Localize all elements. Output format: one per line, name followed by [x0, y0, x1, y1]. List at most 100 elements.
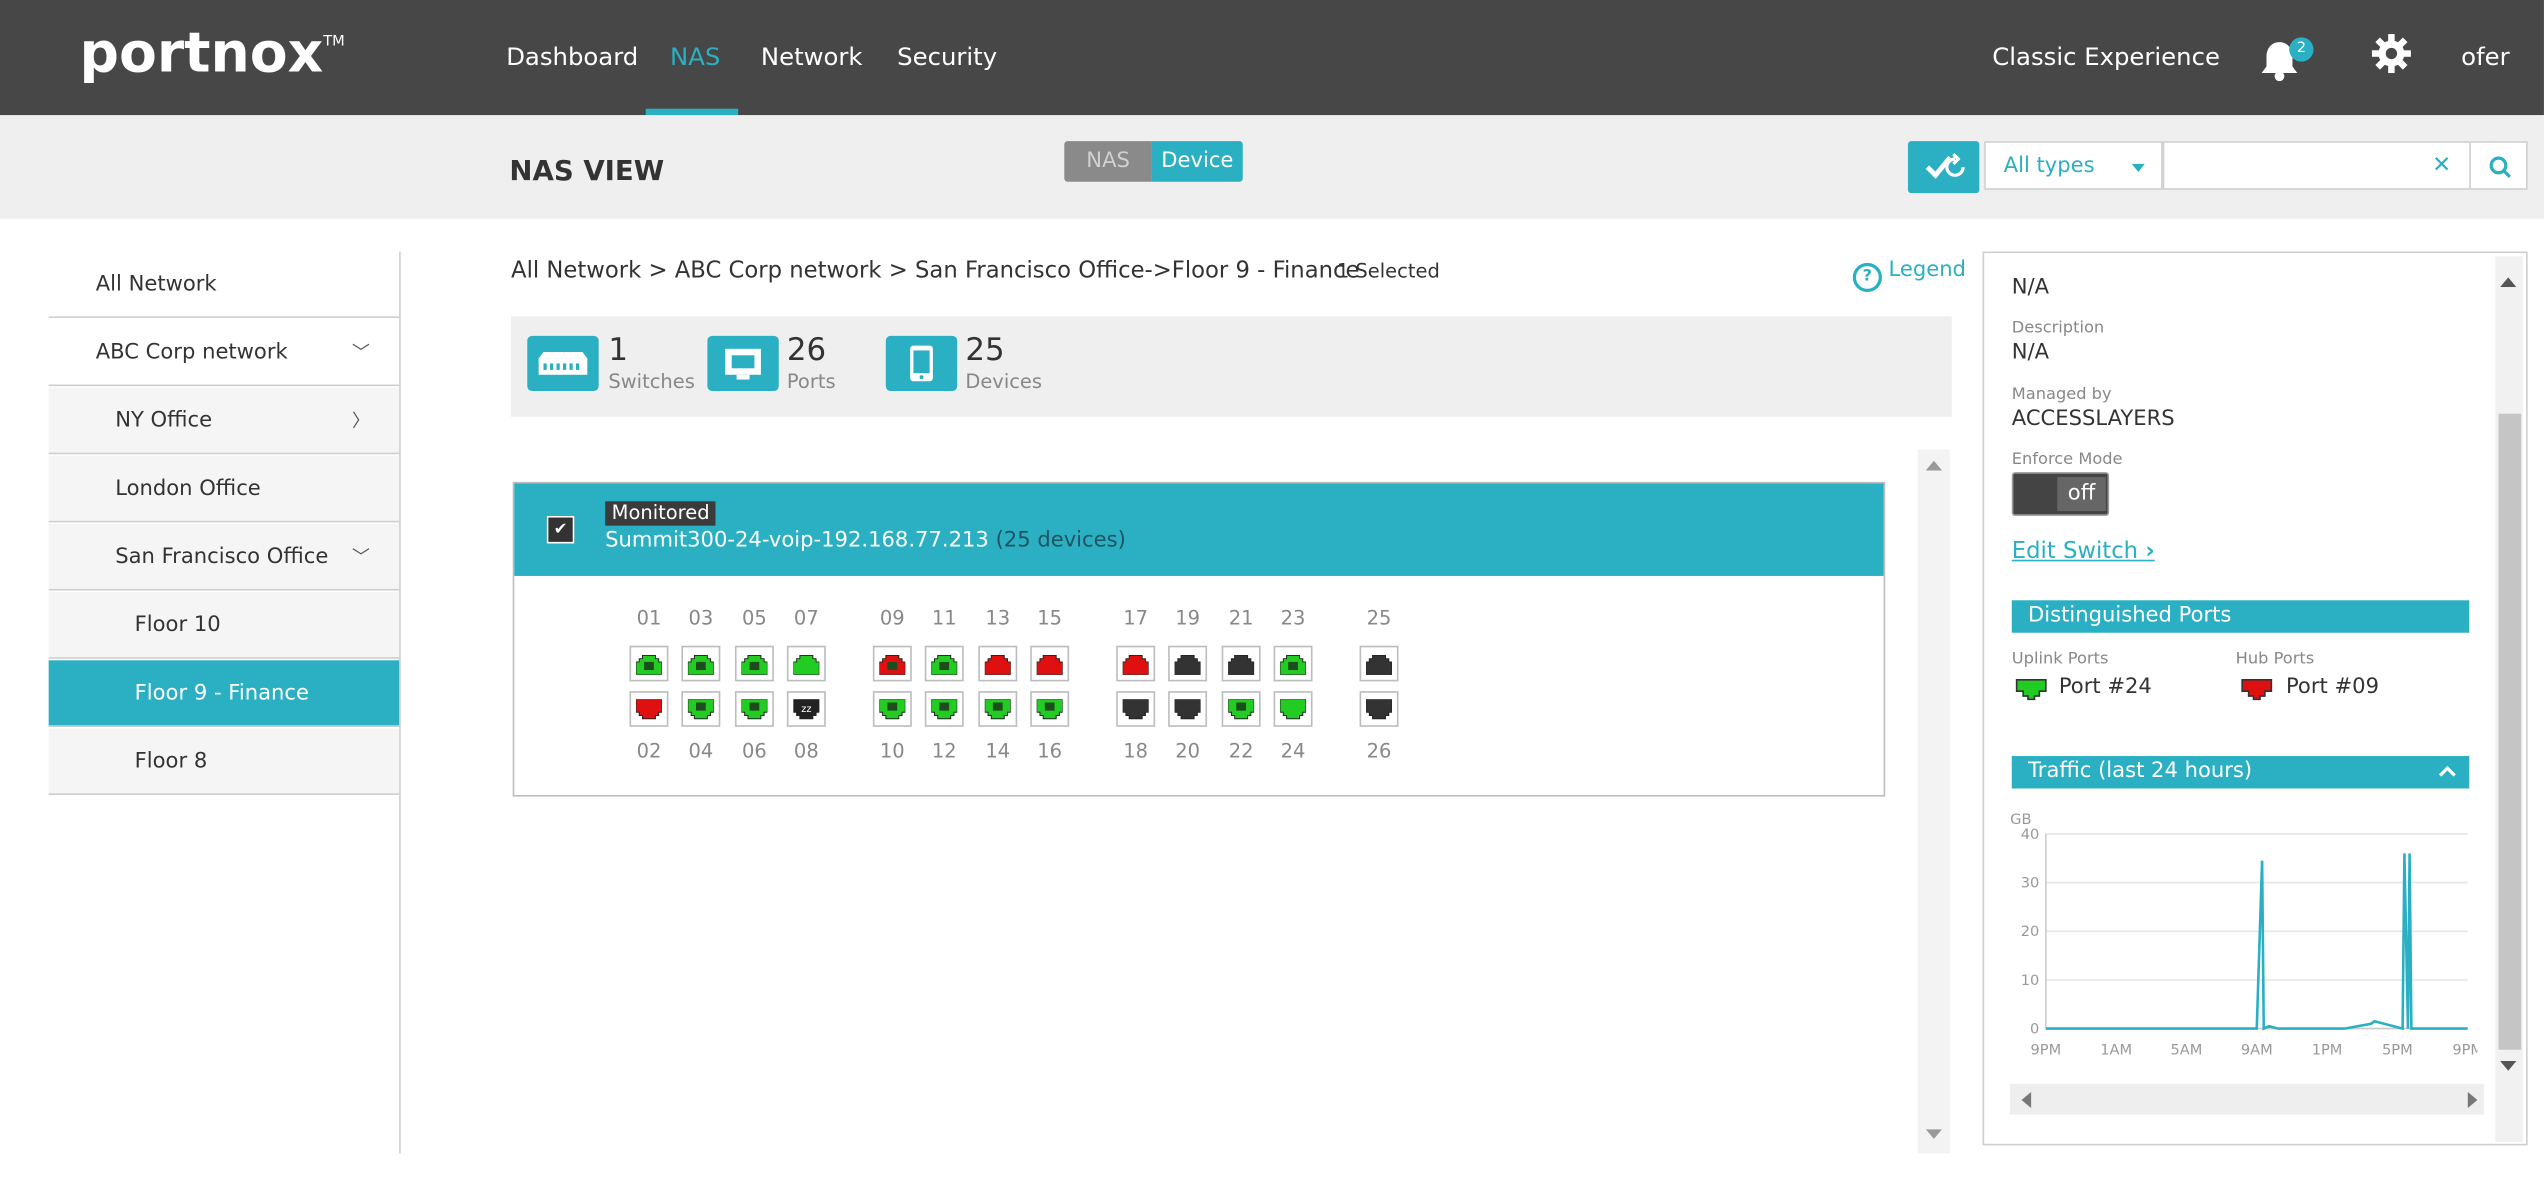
port-number: 16	[1037, 739, 1063, 763]
check-refresh-icon	[1925, 152, 1965, 179]
switch-name-text: Summit300-24-voip-192.168.77.213	[605, 528, 989, 554]
traffic-header[interactable]: Traffic (last 24 hours)	[2011, 756, 2470, 789]
chevron-down-icon[interactable]: ﹀	[352, 320, 370, 387]
port-23[interactable]	[1273, 645, 1313, 682]
enforce-mode-toggle[interactable]: off	[2011, 472, 2110, 516]
nav-network[interactable]: Network	[761, 0, 863, 115]
port-number: 06	[742, 739, 767, 763]
devices-label: Devices	[965, 369, 1043, 393]
tree-item-floor-9-finance[interactable]: Floor 9 - Finance	[48, 660, 400, 727]
port-22[interactable]	[1221, 691, 1261, 727]
port-20[interactable]	[1168, 691, 1208, 727]
switch-name[interactable]: Summit300-24-voip-192.168.77.213 (25 dev…	[605, 529, 1126, 553]
port-number: 04	[688, 739, 714, 763]
port-01[interactable]	[629, 645, 669, 682]
chevron-right-icon[interactable]: 〉	[352, 388, 370, 455]
ethernet-port-icon	[1228, 654, 1255, 675]
nav-dashboard[interactable]: Dashboard	[506, 0, 638, 115]
tree-item-san-francisco-office[interactable]: San Francisco Office ﹀	[48, 524, 400, 591]
user-menu[interactable]: ofer	[2461, 0, 2509, 115]
nav-security[interactable]: Security	[897, 0, 997, 115]
port-21[interactable]	[1221, 645, 1261, 682]
tree-item-label: NY Office	[115, 408, 213, 434]
tree-item-label: Floor 9 - Finance	[134, 681, 309, 706]
y-tick-label: 20	[2021, 923, 2040, 940]
port-10[interactable]	[872, 691, 912, 727]
scroll-down-icon[interactable]	[1925, 1129, 1943, 1139]
port-16[interactable]	[1030, 691, 1070, 727]
breadcrumb: All Network > ABC Corp network > San Fra…	[511, 257, 1360, 284]
ethernet-port-icon	[793, 654, 820, 675]
port-09[interactable]	[872, 645, 912, 682]
tree-item-london-office[interactable]: London Office	[48, 455, 400, 523]
nav-nas[interactable]: NAS	[670, 0, 720, 115]
gear-icon[interactable]	[2370, 32, 2412, 74]
port-08[interactable]: zz	[786, 691, 826, 727]
port-06[interactable]	[734, 691, 774, 727]
toggle-device-view[interactable]: Device	[1151, 141, 1243, 182]
tree-item-floor-8[interactable]: Floor 8	[48, 728, 400, 795]
ethernet-port-icon	[931, 699, 958, 720]
switch-card-header[interactable]: ✔ Monitored Summit300-24-voip-192.168.77…	[514, 483, 1884, 576]
port-25[interactable]	[1359, 645, 1399, 682]
port-number: 22	[1228, 739, 1254, 763]
port-03[interactable]	[681, 645, 721, 682]
port-24[interactable]	[1273, 691, 1313, 727]
bulk-action-button[interactable]	[1907, 141, 1980, 194]
chart-horizontal-scrollbar[interactable]	[2010, 1083, 2484, 1115]
enforce-mode-label: Enforce Mode	[2011, 451, 2123, 469]
type-filter-select[interactable]: All types	[1984, 141, 2163, 190]
port-15[interactable]	[1030, 645, 1070, 682]
y-tick-label: 10	[2021, 972, 2040, 989]
port-07[interactable]	[786, 645, 826, 682]
search-button[interactable]	[2469, 141, 2528, 190]
ports-label: Ports	[786, 369, 836, 393]
port-14[interactable]	[978, 691, 1018, 727]
switches-count: 1	[608, 332, 629, 369]
tree-item-all-network[interactable]: All Network	[48, 251, 400, 318]
scroll-up-icon[interactable]	[2500, 277, 2517, 288]
device-connected-icon	[1044, 702, 1055, 711]
port-05[interactable]	[734, 645, 774, 682]
classic-experience-link[interactable]: Classic Experience	[1992, 0, 2220, 115]
port-number: 03	[688, 606, 714, 630]
tree-item-abc-corp[interactable]: ABC Corp network ﹀	[48, 320, 400, 387]
traffic-chart: 0 10 20 30 40GB 9PM 1AM 5AM 9AM 1PM 5PM 9PM	[2010, 811, 2477, 1059]
tree-item-ny-office[interactable]: NY Office 〉	[48, 387, 400, 455]
x-tick-label: 9PM	[2452, 1042, 2477, 1059]
portnox-logo[interactable]: portnoxTM	[79, 21, 344, 86]
port-02[interactable]	[629, 691, 669, 727]
ethernet-port-icon	[1280, 654, 1307, 675]
scroll-left-icon[interactable]	[2021, 1091, 2032, 1109]
tree-item-floor-10[interactable]: Floor 10	[48, 592, 400, 659]
switch-select-checkbox[interactable]: ✔	[546, 515, 575, 544]
port-number: 01	[636, 606, 662, 630]
main-scrollbar[interactable]	[1917, 449, 1951, 1154]
port-12[interactable]	[924, 691, 964, 727]
device-connected-icon	[1236, 702, 1247, 711]
legend-link[interactable]: ? Legend	[1852, 258, 1966, 293]
toggle-nas-view[interactable]: NAS	[1064, 141, 1152, 182]
details-scroll-thumb[interactable]	[2498, 413, 2522, 1050]
device-connected-icon	[749, 702, 760, 711]
search-icon	[2489, 156, 2512, 178]
edit-switch-link[interactable]: Edit Switch ›	[2012, 539, 2155, 565]
stats-bar: 1 Switches 26 Ports 25 Devices	[511, 316, 1952, 417]
port-11[interactable]	[924, 645, 964, 682]
port-04[interactable]	[681, 691, 721, 727]
scroll-right-icon[interactable]	[2467, 1091, 2478, 1109]
switch-card[interactable]: ✔ Monitored Summit300-24-voip-192.168.77…	[512, 481, 1886, 797]
chevron-up-icon[interactable]	[2438, 765, 2456, 777]
port-18[interactable]	[1116, 691, 1156, 727]
port-17[interactable]	[1116, 645, 1156, 682]
port-19[interactable]	[1168, 645, 1208, 682]
ethernet-port-icon	[635, 654, 662, 675]
tree-item-label: London Office	[115, 476, 261, 502]
ethernet-port-icon	[1036, 699, 1063, 720]
port-26[interactable]	[1359, 691, 1399, 727]
chevron-down-icon[interactable]: ﹀	[352, 524, 370, 591]
scroll-down-icon[interactable]	[2500, 1061, 2517, 1071]
scroll-up-icon[interactable]	[1925, 460, 1943, 471]
clear-search-icon[interactable]: ✕	[2414, 141, 2469, 190]
port-13[interactable]	[978, 645, 1018, 682]
